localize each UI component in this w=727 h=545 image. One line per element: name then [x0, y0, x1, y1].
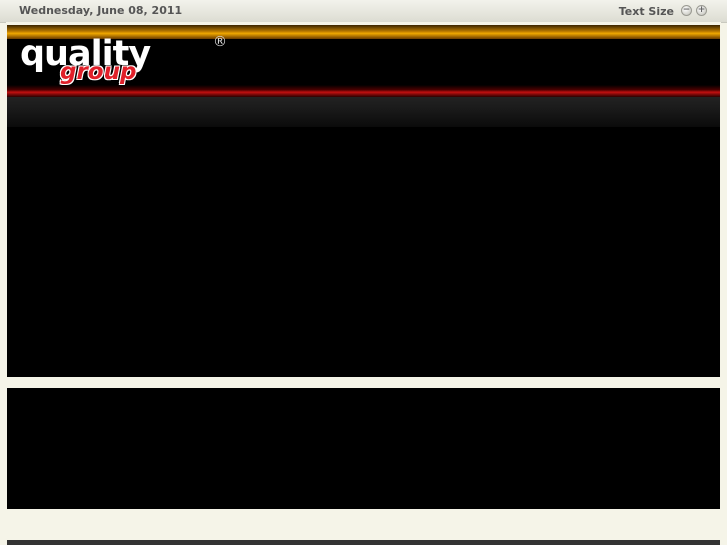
content-area	[7, 388, 720, 509]
current-date: Wednesday, June 08, 2011	[19, 4, 183, 17]
footer-strip	[7, 540, 720, 545]
logo-registered-mark: ®	[213, 34, 227, 50]
site-header: quality ® group	[7, 25, 720, 97]
header-red-stripe	[7, 85, 720, 97]
text-size-decrease-icon[interactable]: −	[681, 5, 692, 16]
logo-group-text: group	[60, 59, 137, 85]
top-bar: Wednesday, June 08, 2011 Text Size − +	[0, 0, 727, 23]
text-size-increase-icon[interactable]: +	[696, 5, 707, 16]
main-banner	[7, 127, 720, 377]
navigation-bar	[7, 97, 720, 127]
text-size-label: Text Size	[618, 5, 674, 18]
